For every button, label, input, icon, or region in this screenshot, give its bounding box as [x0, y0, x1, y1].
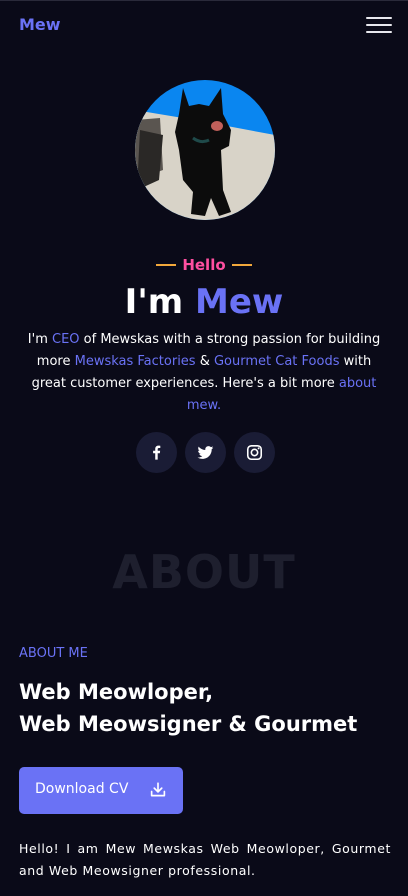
brand-logo[interactable]: Mew	[19, 15, 61, 34]
intro-paragraph: I'm CEO of Mewskas with a strong passion…	[22, 329, 386, 417]
download-cv-label: Download CV	[35, 781, 129, 797]
hamburger-menu-icon[interactable]	[366, 16, 392, 35]
twitter-button[interactable]	[185, 432, 226, 473]
headline-prefix: I'm	[124, 282, 184, 322]
instagram-icon	[246, 444, 263, 461]
about-kicker: ABOUT ME	[19, 646, 88, 661]
headline-name: Mew	[195, 282, 284, 322]
bio-paragraph: Hello! I am Mew Mewskas Web Meowloper, G…	[19, 841, 391, 878]
social-links	[136, 432, 276, 473]
role-heading: Web Meowloper, Web Meowsigner & Gourmet	[19, 676, 399, 740]
gourmet-cat-foods-link[interactable]: Gourmet Cat Foods	[214, 354, 340, 369]
top-navbar: Mew	[0, 0, 408, 52]
hello-kicker: Hello	[0, 256, 408, 274]
avatar	[135, 80, 275, 220]
ceo-link[interactable]: CEO	[52, 332, 80, 347]
facebook-button[interactable]	[136, 432, 177, 473]
download-icon	[150, 782, 166, 797]
page-title: I'm Mew	[0, 280, 408, 324]
mewskas-factories-link[interactable]: Mewskas Factories	[75, 354, 196, 369]
role-line: Web Meowsigner & Gourmet	[19, 712, 358, 736]
intro-text: I'm	[27, 332, 52, 347]
intro-text: &	[195, 354, 214, 369]
download-cv-button[interactable]: Download CV	[19, 767, 183, 814]
instagram-button[interactable]	[234, 432, 275, 473]
role-line: Web Meowloper,	[19, 680, 214, 704]
about-section-watermark: ABOUT	[112, 545, 296, 599]
hello-dash-right	[231, 263, 252, 266]
hello-text: Hello	[182, 256, 226, 274]
twitter-icon	[197, 446, 214, 459]
hello-dash-left	[156, 263, 177, 266]
facebook-icon	[153, 445, 161, 460]
